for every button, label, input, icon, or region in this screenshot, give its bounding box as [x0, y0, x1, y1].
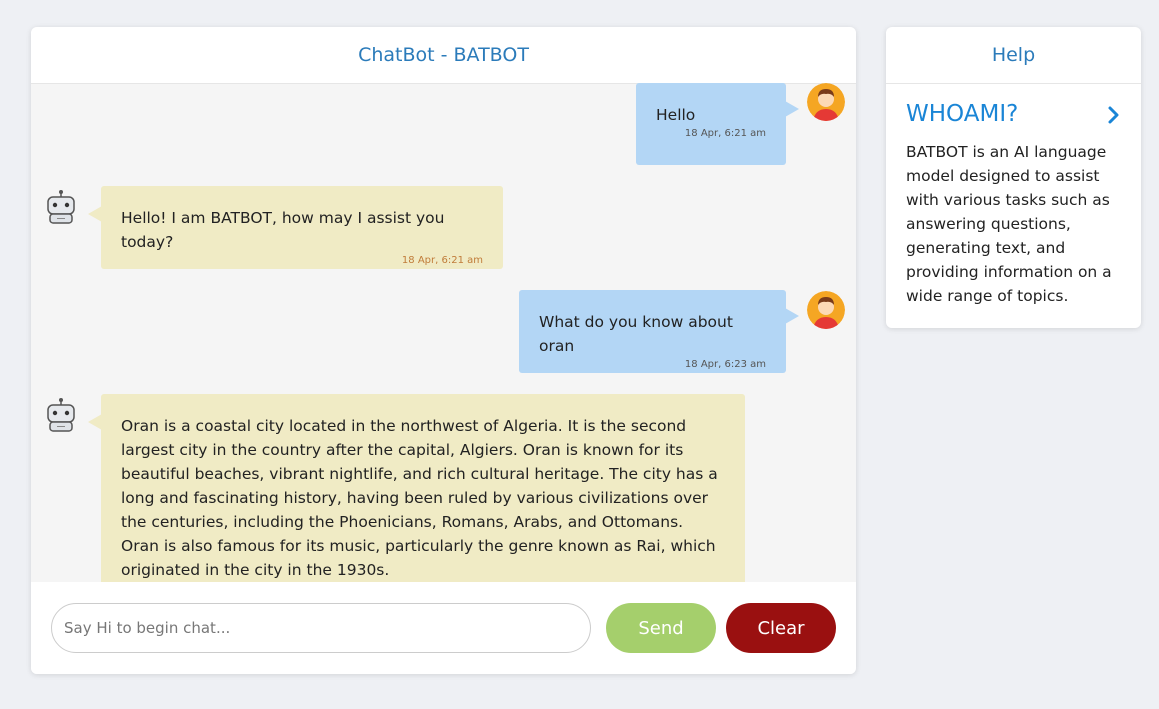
chat-messages[interactable]: Hello 18 Apr, 6:21 am Hello! I am BATBOT… [31, 83, 856, 582]
help-panel: Help WHOAMI? BATBOT is an AI language mo… [886, 27, 1141, 328]
chat-title: ChatBot - BATBOT [358, 44, 529, 66]
chat-panel: ChatBot - BATBOT Hello 18 Apr, 6:21 am H… [31, 27, 856, 674]
chat-header: ChatBot - BATBOT [31, 27, 856, 84]
message-text: Oran is a coastal city located in the no… [121, 417, 718, 579]
message-time: 18 Apr, 6:23 am [684, 359, 766, 370]
clear-button[interactable]: Clear [726, 603, 836, 653]
chevron-right-icon[interactable] [1106, 105, 1122, 125]
message-time: 18 Apr, 6:21 am [684, 128, 766, 139]
send-button[interactable]: Send [606, 603, 716, 653]
bot-message: Oran is a coastal city located in the no… [88, 394, 745, 582]
help-item-text: BATBOT is an AI language model designed … [906, 143, 1112, 305]
help-title: Help [991, 44, 1036, 66]
user-avatar-icon [807, 291, 845, 329]
chat-input-bar: Send Clear [31, 582, 856, 674]
help-header: Help [886, 27, 1141, 84]
help-item-title[interactable]: WHOAMI? [906, 101, 1018, 127]
message-text: Hello [656, 106, 696, 124]
robot-avatar-icon [42, 188, 80, 226]
user-avatar-icon [807, 83, 845, 121]
robot-avatar-icon [42, 396, 80, 434]
message-input[interactable] [51, 603, 591, 653]
message-text: What do you know about oran [539, 313, 733, 355]
message-text: Hello! I am BATBOT, how may I assist you… [121, 209, 445, 251]
user-message: Hello 18 Apr, 6:21 am [636, 83, 799, 165]
bot-message: Hello! I am BATBOT, how may I assist you… [88, 186, 503, 269]
user-message: What do you know about oran 18 Apr, 6:23… [519, 290, 799, 373]
message-time: 18 Apr, 6:21 am [401, 255, 483, 266]
